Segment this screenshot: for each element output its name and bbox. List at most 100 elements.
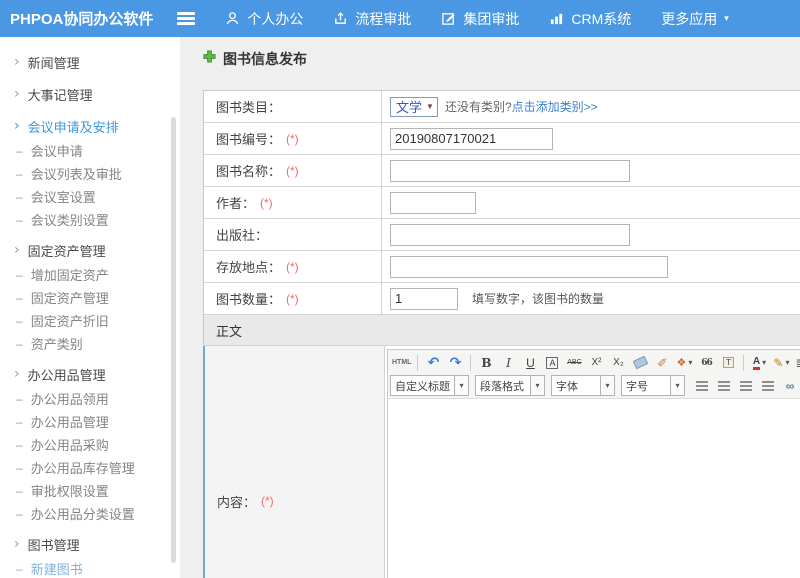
dash-icon bbox=[16, 337, 23, 351]
book-number-input[interactable] bbox=[390, 128, 553, 150]
chart-icon bbox=[549, 11, 564, 26]
editor-content-area[interactable] bbox=[388, 399, 800, 578]
sidebar-item-asset-depreciation[interactable]: 固定资产折旧 bbox=[0, 309, 180, 332]
sidebar-item-supplies-manage[interactable]: 办公用品管理 bbox=[0, 410, 180, 433]
nav-more-apps[interactable]: 更多应用 ▾ bbox=[661, 9, 729, 29]
form-row-book-number: 图书编号：(*) bbox=[204, 123, 800, 155]
redo-button[interactable] bbox=[445, 353, 465, 373]
subscript-button[interactable] bbox=[608, 353, 628, 373]
caret-down-icon[interactable]: ▾ bbox=[671, 375, 685, 396]
align-right-button[interactable] bbox=[736, 376, 756, 396]
font-border-button[interactable] bbox=[542, 353, 562, 373]
sidebar-item-news-mgmt[interactable]: 新闻管理 bbox=[0, 49, 180, 75]
strikethrough-button[interactable] bbox=[564, 353, 584, 373]
sidebar-item-label: 会议类别设置 bbox=[31, 210, 109, 229]
sidebar-item-meeting-category[interactable]: 会议类别设置 bbox=[0, 208, 180, 231]
dash-icon bbox=[16, 562, 23, 576]
sidebar-item-supplies-category[interactable]: 办公用品分类设置 bbox=[0, 502, 180, 525]
underline-button[interactable] bbox=[520, 353, 540, 373]
sidebar-item-book-new[interactable]: 新建图书 bbox=[0, 557, 180, 578]
sidebar-scrollbar[interactable] bbox=[171, 117, 176, 563]
insert-link-button[interactable] bbox=[780, 376, 800, 396]
sidebar-item-supplies-purchase[interactable]: 办公用品采购 bbox=[0, 433, 180, 456]
category-select[interactable]: 文学 ▼ bbox=[390, 97, 438, 117]
highlight-button[interactable]: ▾ bbox=[771, 353, 791, 373]
sidebar-item-label: 新建图书 bbox=[31, 559, 83, 578]
align-justify-button[interactable] bbox=[758, 376, 778, 396]
bold-button[interactable] bbox=[476, 353, 496, 373]
sidebar-item-asset-category[interactable]: 资产类别 bbox=[0, 332, 180, 355]
hamburger-menu-icon[interactable] bbox=[177, 12, 195, 25]
caret-down-icon[interactable]: ▾ bbox=[531, 375, 545, 396]
nav-label: 集团审批 bbox=[463, 9, 519, 29]
sidebar-item-label: 会议申请 bbox=[31, 141, 83, 160]
sidebar-item-supplies-mgmt[interactable]: 办公用品管理 bbox=[0, 361, 180, 387]
align-center-button[interactable] bbox=[714, 376, 734, 396]
paragraph-format-select[interactable]: 段落格式 bbox=[475, 375, 531, 396]
sidebar-item-supplies-claim[interactable]: 办公用品领用 bbox=[0, 387, 180, 410]
superscript-button[interactable] bbox=[586, 353, 606, 373]
select-label: 字体 bbox=[556, 378, 578, 394]
field-label: 图书数量： bbox=[216, 289, 281, 308]
form-row-publisher: 出版社： bbox=[204, 219, 800, 251]
custom-heading-select[interactable]: 自定义标题 bbox=[390, 375, 455, 396]
sidebar-item-label: 办公用品库存管理 bbox=[31, 458, 135, 477]
font-family-select[interactable]: 字体 bbox=[551, 375, 601, 396]
sidebar-item-label: 增加固定资产 bbox=[31, 265, 109, 284]
nav-personal-office[interactable]: 个人办公 bbox=[225, 9, 303, 29]
rich-text-editor: ▾ ▾ ▾ ▾ ▾ 自定义标题▾ 段落格式▾ bbox=[387, 349, 800, 578]
field-label: 图书名称： bbox=[216, 161, 281, 180]
required-mark: (*) bbox=[286, 164, 299, 178]
ordered-list-button[interactable]: ▾ bbox=[793, 353, 800, 373]
required-mark: (*) bbox=[286, 132, 299, 146]
nav-group-approval[interactable]: 集团审批 bbox=[441, 9, 519, 29]
dash-icon bbox=[16, 392, 23, 406]
html-source-button[interactable] bbox=[391, 353, 412, 373]
flow-icon bbox=[333, 11, 348, 26]
sidebar-item-supplies-inventory[interactable]: 办公用品库存管理 bbox=[0, 456, 180, 479]
font-size-select[interactable]: 字号 bbox=[621, 375, 671, 396]
blockquote-button[interactable] bbox=[696, 353, 716, 373]
form-row-author: 作者：(*) bbox=[204, 187, 800, 219]
book-name-input[interactable] bbox=[390, 160, 630, 182]
editor-toolbar: ▾ ▾ ▾ ▾ ▾ 自定义标题▾ 段落格式▾ bbox=[388, 350, 800, 399]
sidebar-item-meeting-list[interactable]: 会议列表及审批 bbox=[0, 162, 180, 185]
nav-crm-system[interactable]: CRM系统 bbox=[549, 9, 631, 29]
dash-icon bbox=[16, 144, 23, 158]
sidebar-item-label: 图书管理 bbox=[28, 535, 80, 554]
required-mark: (*) bbox=[260, 196, 273, 210]
format-painter-button[interactable]: ▾ bbox=[674, 353, 694, 373]
sidebar-item-memorabilia-mgmt[interactable]: 大事记管理 bbox=[0, 81, 180, 107]
edit-icon bbox=[441, 11, 456, 26]
sidebar-item-approval-permission[interactable]: 审批权限设置 bbox=[0, 479, 180, 502]
publisher-input[interactable] bbox=[390, 224, 630, 246]
author-input[interactable] bbox=[390, 192, 476, 214]
sidebar-item-label: 办公用品领用 bbox=[31, 389, 109, 408]
dash-icon bbox=[16, 291, 23, 305]
dash-icon bbox=[16, 213, 23, 227]
sidebar-item-asset-manage[interactable]: 固定资产管理 bbox=[0, 286, 180, 309]
sidebar-item-meeting-room[interactable]: 会议室设置 bbox=[0, 185, 180, 208]
sidebar-item-asset-add[interactable]: 增加固定资产 bbox=[0, 263, 180, 286]
caret-down-icon[interactable]: ▾ bbox=[601, 375, 615, 396]
paste-button[interactable] bbox=[718, 353, 738, 373]
undo-button[interactable] bbox=[423, 353, 443, 373]
quantity-input[interactable] bbox=[390, 288, 458, 310]
top-nav: 个人办公 流程审批 集团审批 CRM系统 更多应用 bbox=[225, 9, 728, 29]
main-panel: 图书信息发布 图书类目： 文学 ▼ 还没有类别? 点击添加类别>> bbox=[180, 37, 800, 578]
clear-format-button[interactable] bbox=[652, 353, 672, 373]
sidebar-item-book-mgmt[interactable]: 图书管理 bbox=[0, 531, 180, 557]
sidebar-item-asset-mgmt[interactable]: 固定资产管理 bbox=[0, 237, 180, 263]
required-mark: (*) bbox=[261, 494, 274, 508]
italic-button[interactable] bbox=[498, 353, 518, 373]
sidebar-item-meeting-request[interactable]: 会议申请及安排 bbox=[0, 113, 180, 139]
align-left-button[interactable] bbox=[692, 376, 712, 396]
sidebar-item-meeting-apply[interactable]: 会议申请 bbox=[0, 139, 180, 162]
caret-down-icon[interactable]: ▾ bbox=[455, 375, 469, 396]
eraser-button[interactable] bbox=[630, 353, 650, 373]
font-color-button[interactable]: ▾ bbox=[749, 353, 769, 373]
nav-workflow-approval[interactable]: 流程审批 bbox=[333, 9, 411, 29]
sidebar-item-label: 资产类别 bbox=[31, 334, 83, 353]
add-category-link[interactable]: 点击添加类别>> bbox=[512, 98, 598, 115]
location-input[interactable] bbox=[390, 256, 668, 278]
